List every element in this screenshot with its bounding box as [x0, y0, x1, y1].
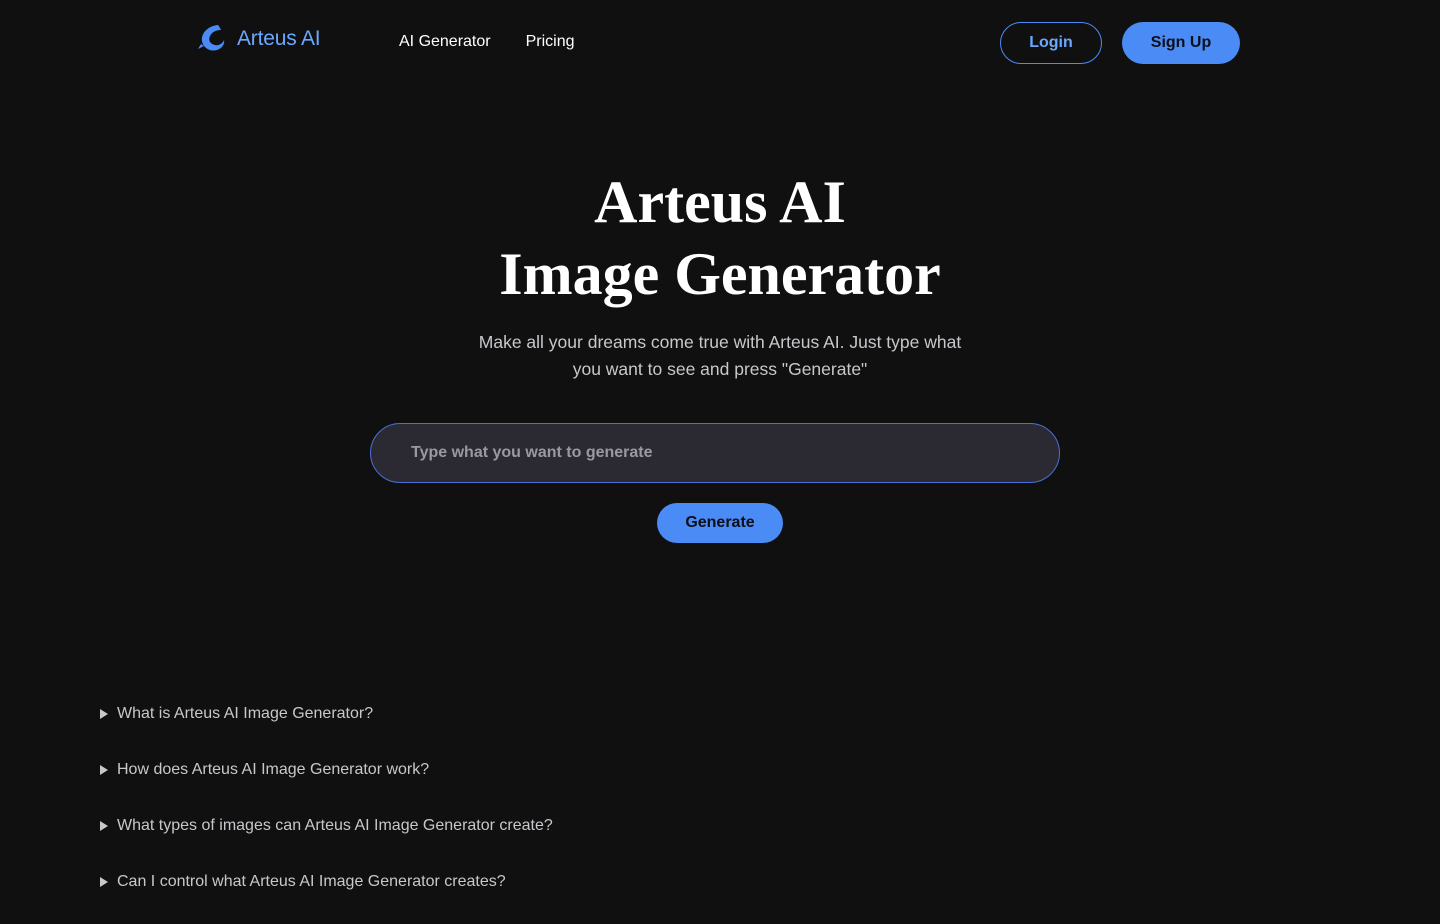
- main-nav: AI Generator Pricing: [399, 33, 575, 51]
- disclosure-triangle-icon: [100, 821, 108, 831]
- disclosure-triangle-icon: [100, 709, 108, 719]
- logo-text: Arteus AI: [237, 27, 321, 50]
- faq-list: What is Arteus AI Image Generator? How d…: [100, 700, 900, 924]
- prompt-input[interactable]: [370, 423, 1060, 483]
- nav-ai-generator[interactable]: AI Generator: [399, 33, 491, 51]
- generate-button[interactable]: Generate: [657, 503, 783, 543]
- hero-subtitle: Make all your dreams come true with Arte…: [478, 332, 962, 379]
- login-button[interactable]: Login: [1000, 22, 1102, 64]
- faq-item[interactable]: How does Arteus AI Image Generator work?: [100, 756, 900, 784]
- site-header: Arteus AI AI Generator Pricing Login Sig…: [0, 0, 1440, 86]
- faq-question: Can I control what Arteus AI Image Gener…: [117, 873, 506, 890]
- nav-pricing[interactable]: Pricing: [526, 33, 575, 51]
- page-title-line-2: Image Generator: [499, 241, 941, 307]
- dolphin-icon: [198, 24, 226, 54]
- page-title-line-1: Arteus AI: [594, 169, 846, 235]
- faq-question: What types of images can Arteus AI Image…: [117, 817, 553, 834]
- disclosure-triangle-icon: [100, 765, 108, 775]
- faq-item[interactable]: Can I control what Arteus AI Image Gener…: [100, 868, 900, 896]
- page-title: Arteus AI Image Generator: [0, 166, 1440, 310]
- signup-button[interactable]: Sign Up: [1122, 22, 1240, 64]
- disclosure-triangle-icon: [100, 877, 108, 887]
- faq-question: How does Arteus AI Image Generator work?: [117, 761, 430, 778]
- faq-question: What is Arteus AI Image Generator?: [117, 705, 374, 722]
- faq-item[interactable]: What types of images can Arteus AI Image…: [100, 812, 900, 840]
- logo-link[interactable]: Arteus AI: [198, 24, 321, 54]
- faq-item[interactable]: What is Arteus AI Image Generator?: [100, 700, 900, 728]
